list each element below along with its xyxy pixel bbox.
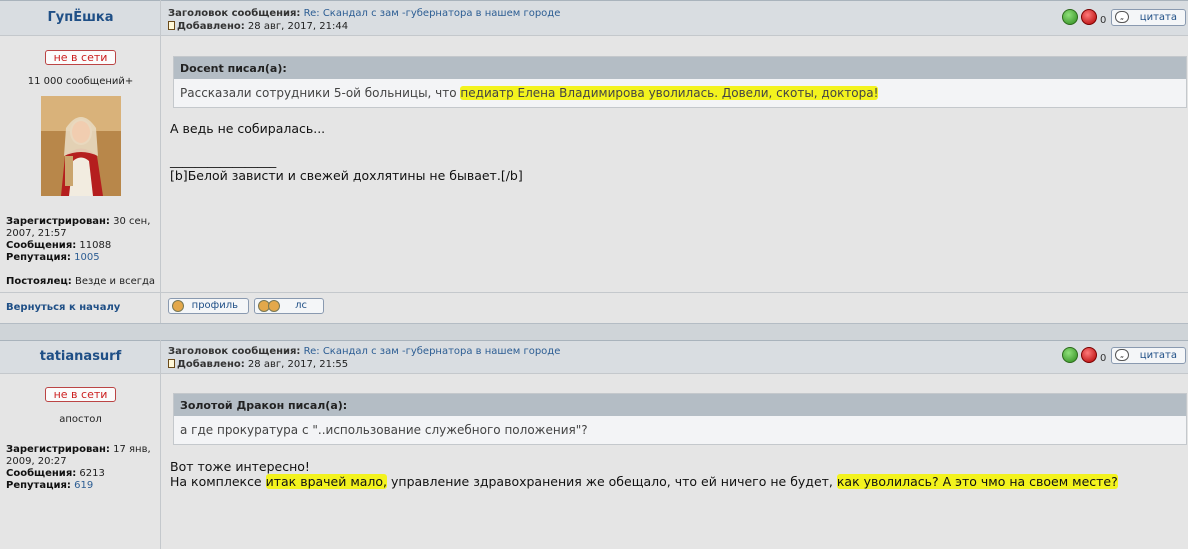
post-subject[interactable]: Re: Скандал с зам -губернатора в нашем г… — [304, 8, 561, 19]
profile-user-icon — [172, 300, 184, 312]
body-highlight-1: итак врачей мало, — [265, 474, 388, 489]
added-label: Добавлено: — [177, 21, 245, 32]
registered-date-2: 2009, 20:27 — [6, 456, 67, 467]
body-highlight-2: как уволилась? А это чмо на своем месте? — [836, 474, 1118, 489]
status-badge: не в сети — [45, 50, 116, 65]
pm-users-icon-2 — [268, 300, 280, 312]
post-meta: Заголовок сообщения: Re: Скандал с зам -… — [168, 345, 560, 371]
post-body-line-2: На комплексе итак врачей мало, управлени… — [170, 474, 1118, 489]
status-badge: не в сети — [45, 387, 116, 402]
footer-divider — [0, 292, 1188, 293]
vote-count: 0 — [1100, 353, 1107, 364]
reputation-value[interactable]: 619 — [74, 480, 93, 491]
registered-label: Зарегистрирован: — [6, 216, 110, 227]
post-body: А ведь не собиралась... — [170, 121, 326, 136]
author-nick[interactable]: ГупЁшка — [0, 10, 161, 25]
resident-label: Постоялец: — [6, 276, 72, 287]
quote-button[interactable]: „ цитата — [1111, 9, 1186, 26]
quote-button-label: цитата — [1139, 12, 1177, 23]
quote-text: Рассказали сотрудники 5-ой больницы, что… — [174, 79, 1186, 107]
author-nick[interactable]: tatianasurf — [0, 349, 161, 364]
quote-block: Docent писал(а): Рассказали сотрудники 5… — [173, 56, 1187, 108]
vote-down-icon[interactable] — [1081, 347, 1097, 363]
quote-block: Золотой Дракон писал(а): а где прокурату… — [173, 393, 1187, 445]
post-body-line-1: Вот тоже интересно! — [170, 459, 310, 474]
reputation-label: Репутация: — [6, 480, 71, 491]
signature: [b]Белой зависти и свежей дохлятины не б… — [170, 168, 523, 183]
column-divider — [160, 0, 161, 323]
messages-count: 11088 — [79, 240, 112, 251]
post-doc-icon — [168, 21, 175, 30]
post-meta: Заголовок сообщения: Re: Скандал с зам -… — [168, 7, 560, 33]
vote-up-icon[interactable] — [1062, 9, 1078, 25]
avatar-image — [41, 96, 121, 196]
vote-down-icon[interactable] — [1081, 9, 1097, 25]
quote-text: а где прокуратура с "..использование слу… — [180, 423, 588, 437]
vote-up-icon[interactable] — [1062, 347, 1078, 363]
body-text-a: На комплексе — [170, 474, 266, 489]
profile-button-label: профиль — [191, 300, 238, 311]
added-label: Добавлено: — [177, 359, 245, 370]
pm-button-label: лс — [295, 300, 307, 311]
post-2: tatianasurf Заголовок сообщения: Re: Ска… — [0, 340, 1188, 549]
registered-date-2: 2007, 21:57 — [6, 228, 67, 239]
reputation-label: Репутация: — [6, 252, 71, 263]
quote-bubble-icon: „ — [1115, 349, 1129, 361]
post-doc-icon — [168, 359, 175, 368]
pm-button[interactable]: лс — [254, 298, 324, 314]
subject-label: Заголовок сообщения: — [168, 346, 301, 357]
post-subject[interactable]: Re: Скандал с зам -губернатора в нашем г… — [304, 346, 561, 357]
quote-bubble-icon: „ — [1115, 11, 1129, 23]
user-rank: апостол — [59, 414, 102, 425]
user-info: Зарегистрирован: 30 сен, 2007, 21:57 Соо… — [6, 216, 155, 288]
post-1: ГупЁшка Заголовок сообщения: Re: Скандал… — [0, 0, 1188, 323]
registered-date: 17 янв, — [113, 444, 151, 455]
reputation-value[interactable]: 1005 — [74, 252, 99, 263]
messages-label: Сообщения: — [6, 240, 77, 251]
back-to-top-link[interactable]: Вернуться к началу — [6, 302, 120, 313]
profile-button[interactable]: профиль — [168, 298, 249, 314]
body-text-b: управление здравохранения же обещало, чт… — [387, 474, 837, 489]
quote-text-highlight: педиатр Елена Владимирова уволилась. Дов… — [460, 86, 879, 100]
messages-label: Сообщения: — [6, 468, 77, 479]
quote-text-plain: Рассказали сотрудники 5-ой больницы, что — [180, 86, 461, 100]
registered-label: Зарегистрирован: — [6, 444, 110, 455]
column-divider — [160, 340, 161, 549]
user-info: Зарегистрирован: 17 янв, 2009, 20:27 Соо… — [6, 444, 151, 492]
user-rank: 11 000 сообщений+ — [27, 76, 134, 87]
messages-count: 6213 — [79, 468, 105, 479]
post-date: 28 авг, 2017, 21:44 — [247, 21, 349, 32]
avatar[interactable] — [41, 96, 121, 196]
quote-author: Золотой Дракон писал(а): — [174, 394, 1186, 416]
subject-label: Заголовок сообщения: — [168, 8, 301, 19]
post-date: 28 авг, 2017, 21:55 — [247, 359, 349, 370]
signature-divider: _________________ — [170, 153, 277, 168]
quote-author: Docent писал(а): — [174, 57, 1186, 79]
resident-value: Везде и всегда — [74, 276, 156, 287]
vote-count: 0 — [1100, 15, 1107, 26]
quote-button[interactable]: „ цитата — [1111, 347, 1186, 364]
post-separator — [0, 323, 1188, 340]
quote-button-label: цитата — [1139, 350, 1177, 361]
registered-date: 30 сен, — [113, 216, 151, 227]
